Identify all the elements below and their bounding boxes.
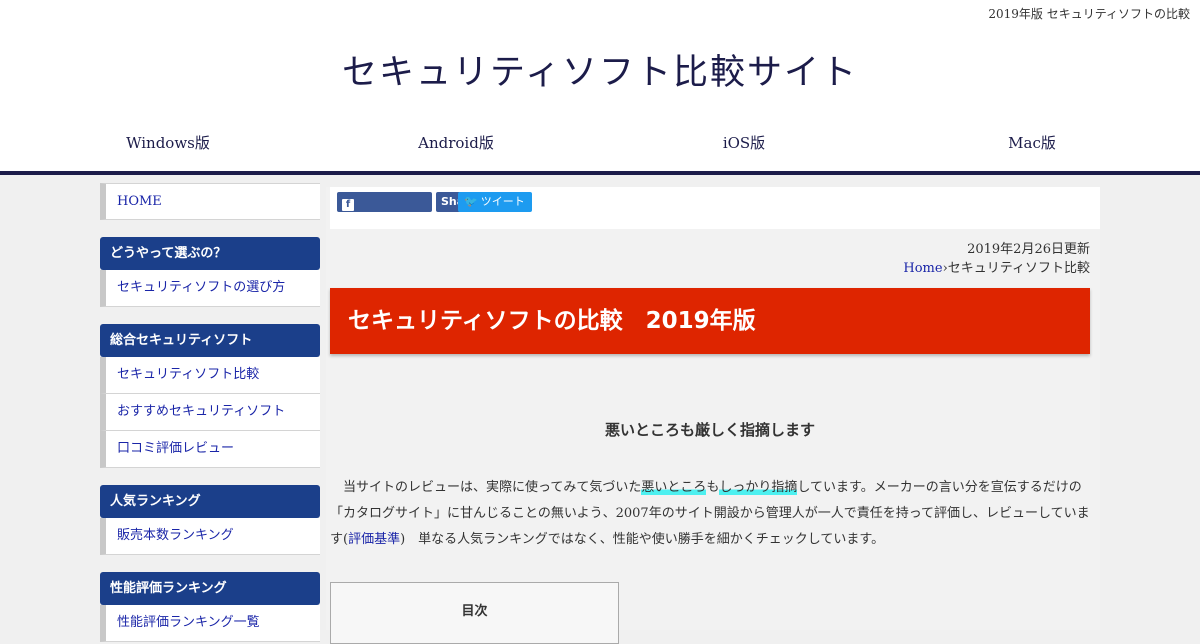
page-title-banner: セキュリティソフトの比較 2019年版 bbox=[330, 288, 1090, 354]
breadcrumb-current: セキュリティソフト比較 bbox=[947, 261, 1090, 276]
nav-item-ios[interactable]: iOS版 bbox=[600, 126, 888, 159]
intro-text-1: 当サイトのレビューは、実際に使ってみて気づいた bbox=[343, 480, 642, 495]
tweet-button-label: ツイート bbox=[480, 195, 525, 208]
sidebar-item-reviews[interactable]: 口コミ評価レビュー bbox=[100, 431, 320, 468]
breadcrumb: Home›セキュリティソフト比較 bbox=[903, 257, 1090, 276]
sidebar-item-home[interactable]: HOME bbox=[100, 183, 320, 220]
sidebar-heading-popular-ranking: 人気ランキング bbox=[100, 485, 320, 518]
evaluation-criteria-link[interactable]: 評価基準 bbox=[348, 532, 400, 547]
sidebar-heading-performance-ranking: 性能評価ランキング bbox=[100, 572, 320, 605]
facebook-button-label: Recommend bbox=[337, 215, 414, 228]
breadcrumb-home-link[interactable]: Home bbox=[903, 261, 942, 276]
sidebar-item-recommended[interactable]: おすすめセキュリティソフト bbox=[100, 394, 320, 431]
site-tagline: 2019年版 セキュリティソフトの比較 bbox=[988, 7, 1190, 21]
intro-text-4: ) 単なる人気ランキングではなく、性能や使い勝手を細かくチェックしています。 bbox=[400, 532, 885, 547]
nav-item-mac[interactable]: Mac版 bbox=[888, 126, 1176, 159]
intro-text-2: も bbox=[706, 480, 720, 495]
section-subheading: 悪いところも厳しく指摘します bbox=[604, 421, 815, 439]
nav-item-windows[interactable]: Windows版 bbox=[24, 126, 312, 159]
site-title[interactable]: セキュリティソフト比較サイト bbox=[0, 44, 1200, 95]
page-title: セキュリティソフトの比較 2019年版 bbox=[348, 308, 756, 334]
sidebar-heading-how-to-choose: どうやって選ぶの？ bbox=[100, 237, 320, 270]
sidebar-item-performance-list[interactable]: 性能評価ランキング一覧 bbox=[100, 605, 320, 642]
sidebar-item-comparison[interactable]: セキュリティソフト比較 bbox=[100, 357, 320, 394]
highlight-bad-points: 悪いところ bbox=[641, 480, 707, 495]
intro-paragraph: 当サイトのレビューは、実際に使ってみて気づいた悪いところもしっかり指摘しています… bbox=[330, 475, 1090, 553]
highlight-point-out: しっかり指摘 bbox=[719, 480, 798, 495]
facebook-recommend-button[interactable]: f Recommend bbox=[337, 192, 432, 228]
twitter-bird-icon: 🐦 bbox=[464, 195, 478, 208]
table-of-contents: 目次 bbox=[330, 582, 619, 644]
updated-date: 2019年2月26日更新 bbox=[967, 242, 1090, 257]
main-nav: Windows版 Android版 iOS版 Mac版 bbox=[24, 126, 1176, 159]
sidebar-item-how-to-choose[interactable]: セキュリティソフトの選び方 bbox=[100, 270, 320, 307]
facebook-icon: f bbox=[342, 199, 354, 211]
sidebar-heading-total-security: 総合セキュリティソフト bbox=[100, 324, 320, 357]
toc-title: 目次 bbox=[461, 604, 488, 619]
sidebar: HOME どうやって選ぶの？ セキュリティソフトの選び方 総合セキュリティソフト… bbox=[100, 183, 320, 642]
header-divider bbox=[0, 171, 1200, 175]
site-header: 2019年版 セキュリティソフトの比較 セキュリティソフト比較サイト Windo… bbox=[0, 0, 1200, 172]
tweet-button[interactable]: 🐦 ツイート bbox=[458, 192, 532, 212]
nav-item-android[interactable]: Android版 bbox=[312, 126, 600, 159]
sidebar-item-sales-ranking[interactable]: 販売本数ランキング bbox=[100, 518, 320, 555]
